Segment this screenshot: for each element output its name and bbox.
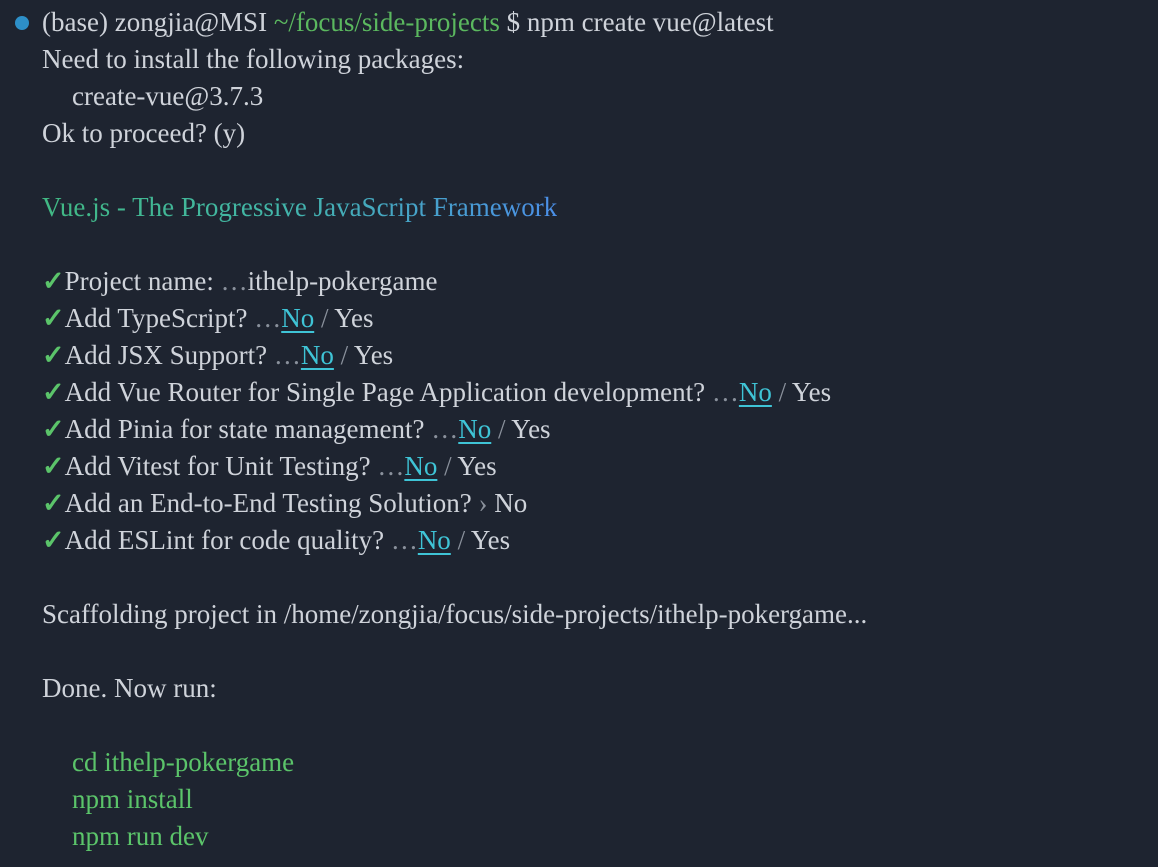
question-eslint: ✓Add ESLint for code quality? …No / Yes: [42, 522, 1158, 559]
install-confirm: Ok to proceed? (y): [42, 118, 246, 148]
other-option: Yes: [511, 414, 551, 444]
next-step-command: npm run dev: [72, 821, 209, 851]
question-jsx: ✓Add JSX Support? …No / Yes: [42, 337, 1158, 374]
question-e2e: ✓Add an End-to-End Testing Solution? › N…: [42, 485, 1158, 522]
other-option: Yes: [470, 525, 511, 555]
other-option: Yes: [791, 377, 832, 407]
check-icon: ✓: [42, 266, 65, 296]
question-vitest: ✓Add Vitest for Unit Testing? …No / Yes: [42, 448, 1158, 485]
other-option: Yes: [334, 303, 374, 333]
question-answer: No: [494, 488, 528, 518]
other-option: Yes: [457, 451, 497, 481]
option-slash: /: [778, 377, 787, 407]
install-notice: Need to install the following packages:: [42, 44, 465, 74]
install-package: create-vue@3.7.3: [72, 81, 264, 111]
option-slash: /: [457, 525, 466, 555]
prompt-user-host: zongjia@MSI: [114, 7, 268, 37]
check-icon: ✓: [42, 414, 65, 444]
option-slash: /: [340, 340, 349, 370]
check-icon: ✓: [42, 525, 65, 555]
done-message: Done. Now run:: [42, 673, 217, 703]
selected-option: No: [738, 377, 772, 407]
prompt-command: npm create vue@latest: [526, 7, 774, 37]
check-icon: ✓: [42, 451, 65, 481]
selected-option: No: [300, 340, 334, 370]
check-icon: ✓: [42, 340, 65, 370]
question-typescript: ✓Add TypeScript? …No / Yes: [42, 300, 1158, 337]
check-icon: ✓: [42, 488, 65, 518]
question-answer: ithelp-pokergame: [247, 266, 438, 296]
chevron-right-icon: ›: [478, 488, 488, 518]
ellipsis-separator: …: [220, 266, 248, 296]
ellipsis-separator: …: [254, 303, 282, 333]
question-label: Add Vue Router for Single Page Applicati…: [64, 377, 706, 407]
selected-option: No: [281, 303, 315, 333]
other-option: Yes: [353, 340, 394, 370]
next-step-command: npm install: [72, 784, 193, 814]
prompt-symbol: $: [506, 7, 521, 37]
scaffold-message: Scaffolding project in /home/zongjia/foc…: [42, 599, 868, 629]
ellipsis-separator: …: [390, 525, 418, 555]
next-step-command: cd ithelp-pokergame: [72, 747, 295, 777]
question-label: Add Vitest for Unit Testing?: [64, 451, 371, 481]
option-slash: /: [444, 451, 452, 481]
question-label: Add an End-to-End Testing Solution?: [64, 488, 472, 518]
vue-banner: Vue.js - The Progressive JavaScript Fram…: [42, 189, 1158, 226]
ellipsis-separator: …: [711, 377, 739, 407]
question-label: Project name:: [64, 266, 214, 296]
prompt-path: ~/focus/side-projects: [273, 7, 500, 37]
question-label: Add ESLint for code quality?: [64, 525, 385, 555]
check-icon: ✓: [42, 377, 65, 407]
command-status-dot-icon[interactable]: [15, 16, 29, 30]
option-slash: /: [498, 414, 506, 444]
selected-option: No: [404, 451, 438, 481]
vue-banner-text: Vue.js - The Progressive JavaScript Fram…: [42, 192, 558, 222]
question-label: Add TypeScript?: [64, 303, 248, 333]
question-label: Add Pinia for state management?: [64, 414, 425, 444]
ellipsis-separator: …: [431, 414, 459, 444]
question-label: Add JSX Support?: [64, 340, 268, 370]
prompt-line: (base) zongjia@MSI ~/focus/side-projects…: [15, 4, 1158, 41]
question-vue-router: ✓Add Vue Router for Single Page Applicat…: [42, 374, 1158, 411]
selected-option: No: [417, 525, 451, 555]
option-slash: /: [320, 303, 329, 333]
question-project-name: ✓Project name: …ithelp-pokergame: [42, 263, 1158, 300]
question-pinia: ✓Add Pinia for state management? …No / Y…: [42, 411, 1158, 448]
ellipsis-separator: …: [273, 340, 301, 370]
terminal-window[interactable]: (base) zongjia@MSI ~/focus/side-projects…: [0, 0, 1158, 867]
prompt-env: (base): [42, 7, 108, 37]
selected-option: No: [458, 414, 492, 444]
check-icon: ✓: [42, 303, 65, 333]
ellipsis-separator: …: [377, 451, 405, 481]
